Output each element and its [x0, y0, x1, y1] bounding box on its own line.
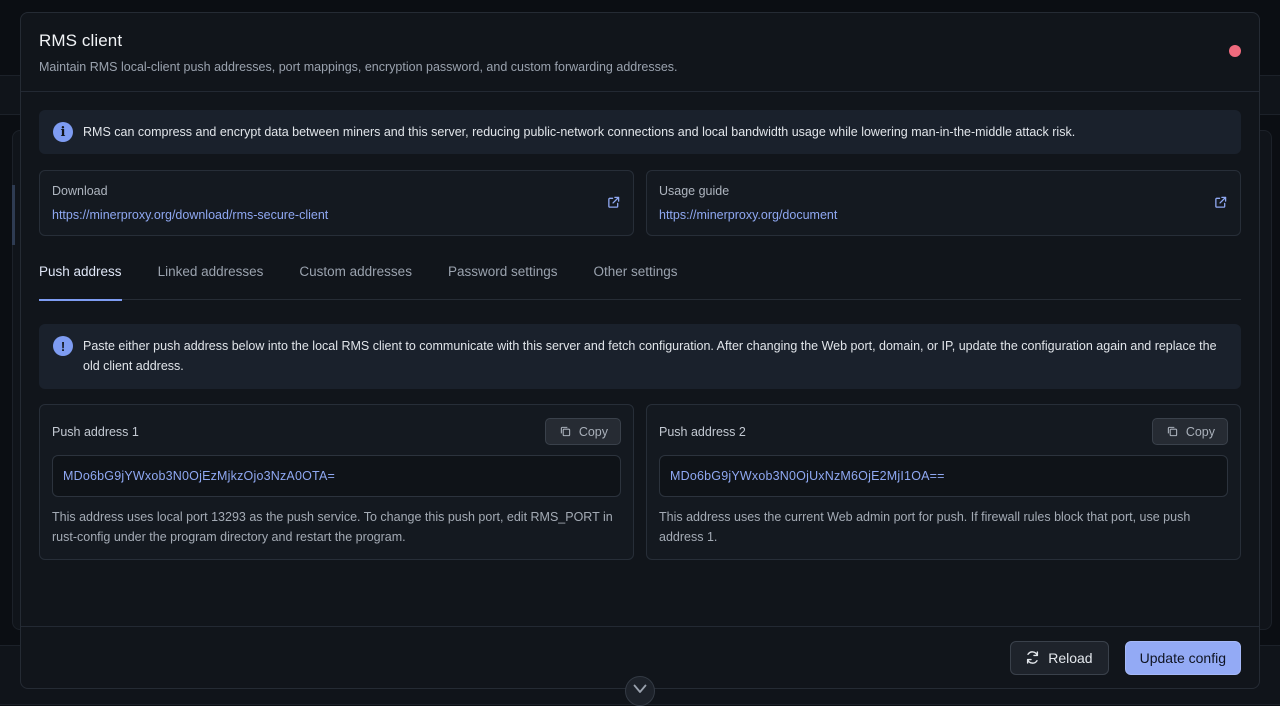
close-button[interactable] [1229, 45, 1241, 57]
push-alert-text: Paste either push address below into the… [83, 336, 1227, 376]
modal-body: i RMS can compress and encrypt data betw… [21, 92, 1259, 560]
usage-guide-link[interactable]: https://minerproxy.org/document [659, 208, 1228, 222]
external-link-icon[interactable] [607, 196, 620, 209]
usage-guide-label: Usage guide [659, 184, 1228, 198]
push-address-card-1: Push address 1 Copy MDo6bG9jYWxob3N0OjEz… [39, 404, 634, 560]
info-alert-text: RMS can compress and encrypt data betwee… [83, 122, 1075, 142]
update-config-button[interactable]: Update config [1125, 641, 1241, 675]
tab-other-settings[interactable]: Other settings [594, 262, 678, 300]
reload-icon [1025, 650, 1040, 665]
push-addresses: Push address 1 Copy MDo6bG9jYWxob3N0OjEz… [39, 404, 1241, 560]
copy-button-label: Copy [579, 425, 608, 439]
external-link-icon[interactable] [1214, 196, 1227, 209]
copy-icon [560, 426, 571, 437]
info-alert: i RMS can compress and encrypt data betw… [39, 110, 1241, 154]
push-address-description: This address uses the current Web admin … [659, 507, 1228, 547]
copy-button[interactable]: Copy [545, 418, 621, 445]
rms-client-modal: RMS client Maintain RMS local-client pus… [20, 12, 1260, 689]
modal-title: RMS client [39, 31, 1241, 51]
usage-guide-link-card: Usage guide https://minerproxy.org/docum… [646, 170, 1241, 236]
modal-header: RMS client Maintain RMS local-client pus… [21, 13, 1259, 92]
push-address-label: Push address 2 [659, 425, 746, 439]
push-address-field[interactable]: MDo6bG9jYWxob3N0OjEzMjkzOjo3NzA0OTA= [52, 455, 621, 497]
push-address-card-2: Push address 2 Copy MDo6bG9jYWxob3N0OjUx… [646, 404, 1241, 560]
chevron-down-icon [633, 684, 647, 694]
exclamation-icon: ! [53, 336, 73, 356]
push-address-field[interactable]: MDo6bG9jYWxob3N0OjUxNzM6OjE2MjI1OA== [659, 455, 1228, 497]
tab-password-settings[interactable]: Password settings [448, 262, 558, 300]
background-accent [12, 185, 15, 245]
push-alert: ! Paste either push address below into t… [39, 324, 1241, 389]
tab-custom-addresses[interactable]: Custom addresses [299, 262, 412, 300]
info-icon: i [53, 122, 73, 142]
copy-icon [1167, 426, 1178, 437]
resource-links: Download https://minerproxy.org/download… [39, 170, 1241, 236]
reload-button-label: Reload [1048, 650, 1092, 666]
push-address-label: Push address 1 [52, 425, 139, 439]
tab-bar: Push address Linked addresses Custom add… [39, 262, 1241, 300]
update-config-label: Update config [1140, 650, 1226, 666]
copy-button-label: Copy [1186, 425, 1215, 439]
push-address-description: This address uses local port 13293 as th… [52, 507, 621, 547]
download-link-card: Download https://minerproxy.org/download… [39, 170, 634, 236]
modal-subtitle: Maintain RMS local-client push addresses… [39, 60, 1241, 74]
tab-linked-addresses[interactable]: Linked addresses [158, 262, 264, 300]
reload-button[interactable]: Reload [1010, 641, 1108, 675]
tab-push-address[interactable]: Push address [39, 262, 122, 300]
download-link[interactable]: https://minerproxy.org/download/rms-secu… [52, 208, 621, 222]
copy-button[interactable]: Copy [1152, 418, 1228, 445]
collapse-handle[interactable] [625, 676, 655, 706]
download-label: Download [52, 184, 621, 198]
